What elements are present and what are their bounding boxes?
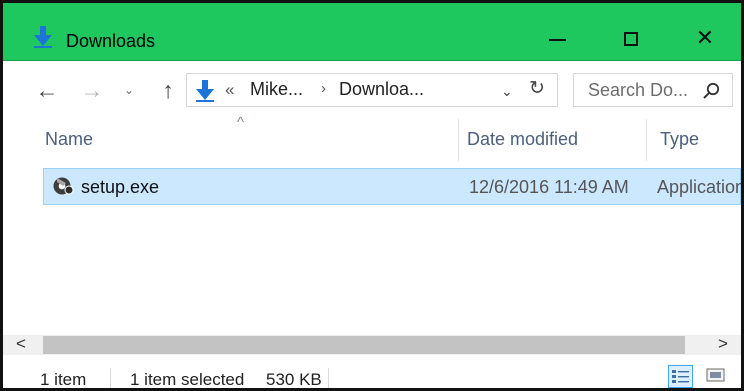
hidden-path-button[interactable]: « — [225, 80, 234, 100]
details-view-icon — [672, 370, 689, 383]
date-modified-column-header[interactable]: Date modified — [467, 129, 578, 150]
type-column-header[interactable]: Type — [660, 129, 699, 150]
breadcrumb-segment-downloads[interactable]: Downloa... — [339, 79, 424, 100]
large-icons-view-button[interactable] — [704, 365, 729, 388]
refresh-icon[interactable]: ↻ — [529, 77, 545, 100]
status-divider — [110, 368, 111, 388]
file-type: Application — [657, 177, 744, 197]
window-title: Downloads — [66, 31, 156, 51]
file-name: setup.exe — [81, 177, 160, 197]
breadcrumb-segment-user[interactable]: Mike... — [250, 79, 303, 100]
back-button[interactable]: ← — [30, 73, 64, 107]
scroll-right-button[interactable]: > — [713, 334, 733, 354]
maximize-icon — [624, 32, 638, 46]
installer-icon — [53, 177, 74, 195]
arrow-up-icon: ↑ — [162, 76, 174, 103]
search-icon — [703, 82, 720, 99]
search-box[interactable]: Search Do... — [573, 73, 733, 107]
minimize-button[interactable] — [527, 19, 587, 57]
chevron-down-icon: ⌄ — [123, 83, 135, 97]
arrow-left-icon: ← — [35, 76, 59, 103]
close-button[interactable]: ✕ — [675, 19, 735, 57]
scrollbar-thumb[interactable] — [43, 336, 685, 354]
item-count: 1 item — [40, 370, 87, 389]
status-bar: 1 item 1 item selected 530 KB — [3, 360, 741, 389]
title-bar: Downloads ✕ — [3, 3, 741, 61]
navigation-bar: ← → ⌄ ↑ « Mike... › Downloa... ⌄ ↻ Searc… — [3, 61, 741, 119]
file-explorer-window: Downloads ✕ ← → ⌄ ↑ « Mike... › Downloa.… — [0, 0, 744, 391]
up-button[interactable]: ↑ — [153, 73, 183, 107]
search-input[interactable]: Search Do... — [588, 80, 688, 101]
column-divider[interactable] — [646, 119, 647, 161]
recent-locations-button[interactable]: ⌄ — [117, 73, 141, 107]
downloads-folder-icon — [34, 26, 52, 48]
status-divider — [328, 368, 329, 388]
column-header-row: ^ Name Date modified Type — [3, 114, 741, 161]
selected-size: 530 KB — [266, 370, 322, 389]
column-divider[interactable] — [458, 119, 459, 161]
forward-button[interactable]: → — [75, 73, 109, 107]
name-column-header[interactable]: Name — [45, 129, 93, 150]
maximize-button[interactable] — [601, 19, 661, 57]
downloads-folder-icon — [196, 80, 214, 102]
file-row-setup[interactable]: setup.exe 12/6/2016 11:49 AM Application — [43, 168, 741, 205]
file-list: setup.exe 12/6/2016 11:49 AM Application — [3, 167, 741, 335]
arrow-right-icon: → — [80, 76, 104, 103]
file-date-modified: 12/6/2016 11:49 AM — [469, 177, 629, 197]
address-bar[interactable]: « Mike... › Downloa... ⌄ ↻ — [186, 73, 558, 107]
address-dropdown-icon[interactable]: ⌄ — [501, 83, 513, 100]
breadcrumb-separator[interactable]: › — [321, 80, 326, 97]
large-icons-view-icon — [706, 368, 725, 382]
selected-item-count: 1 item selected — [130, 370, 245, 389]
sort-ascending-icon: ^ — [237, 114, 245, 131]
minimize-icon — [548, 39, 566, 41]
scroll-left-button[interactable]: < — [11, 334, 31, 354]
close-icon: ✕ — [695, 25, 715, 50]
details-view-button[interactable] — [668, 365, 693, 388]
horizontal-scrollbar[interactable]: < > — [3, 334, 741, 355]
